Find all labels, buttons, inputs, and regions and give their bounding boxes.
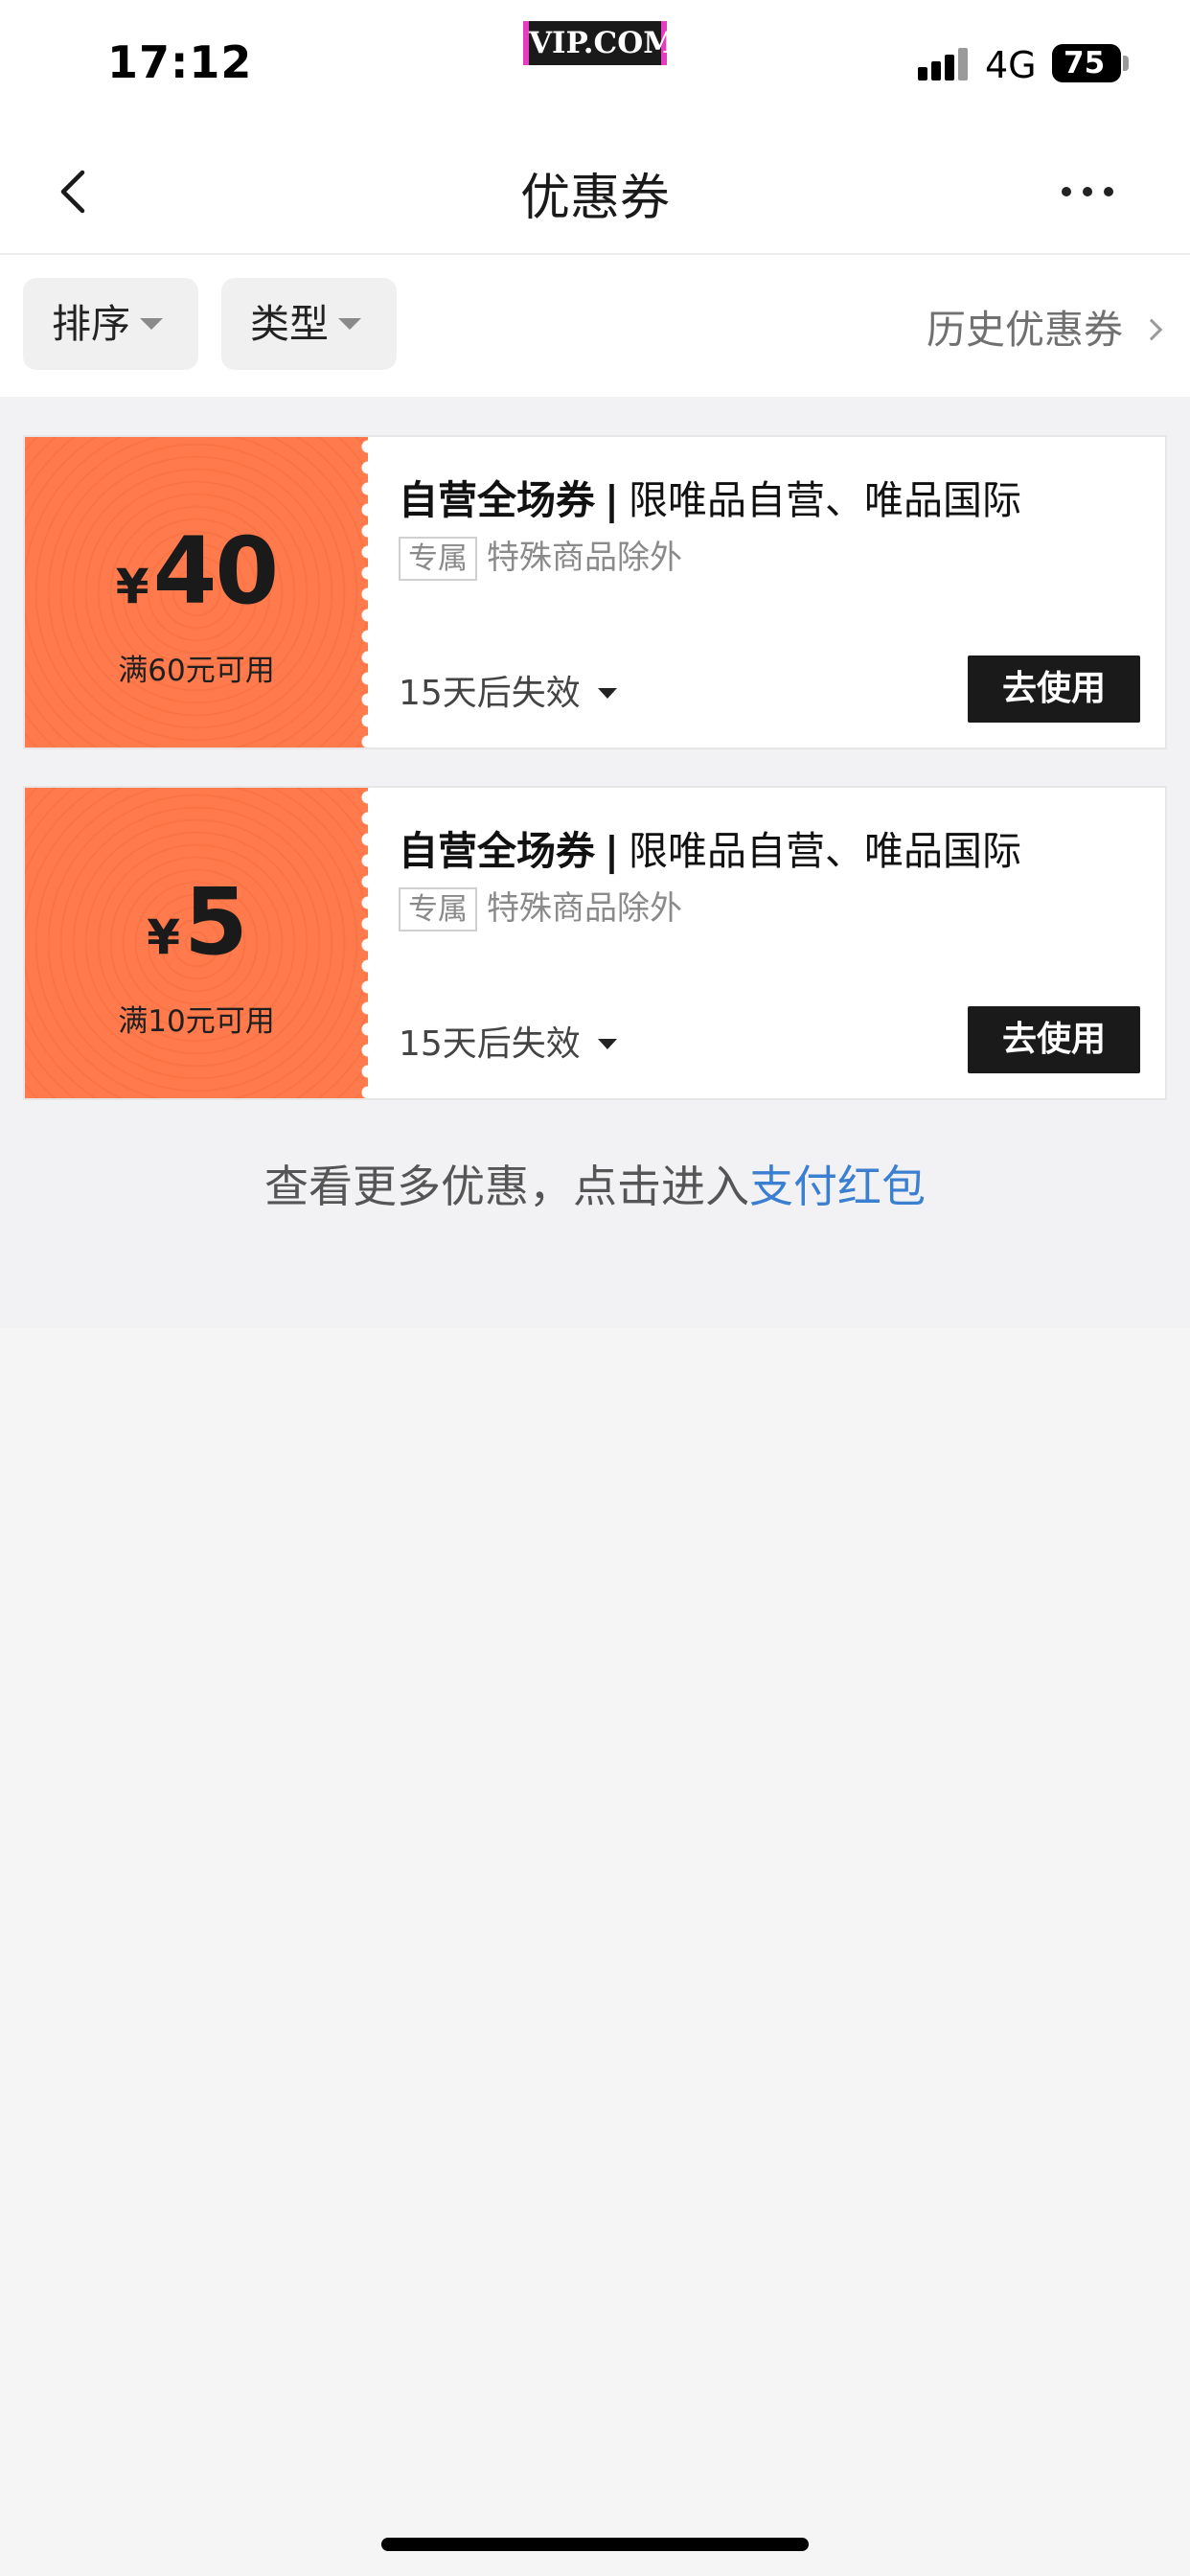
coupon-tag-row: 专属 特殊商品除外 [399,882,682,932]
type-filter-button[interactable]: 类型 [221,278,397,370]
sort-filter-button[interactable]: 排序 [23,278,198,370]
more-dots-icon[interactable] [1054,184,1121,199]
more-offers-text: 查看更多优惠，点击进入 [264,1161,749,1212]
coupon-note: 特殊商品除外 [487,889,682,928]
page-title: 优惠券 [519,170,670,227]
more-offers-line: 查看更多优惠，点击进入支付红包 [0,1152,1190,1215]
sort-filter-label: 排序 [52,301,130,347]
caret-down-icon [597,688,617,699]
home-indicator[interactable] [381,2538,809,2551]
currency-symbol: ¥ [115,559,149,614]
perforation-edge [360,788,376,1098]
coupon-amount-value: 40 [152,518,280,625]
coupon-card[interactable]: ¥5 满10元可用 自营全场券 | 限唯品自营、唯品国际 专属 特殊商品除外 15天后… [23,786,1167,1100]
coupon-title-scope: 限唯品自营、唯品国际 [628,477,1021,523]
coupon-expiry-toggle[interactable]: 15天后失效 [399,1016,617,1066]
title-separator: | [605,828,619,874]
cellular-signal-icon [918,46,968,80]
coupon-card[interactable]: ¥40 满60元可用 自营全场券 | 限唯品自营、唯品国际 专属 特殊商品除外 15天… [23,435,1167,749]
exclusive-tag: 专属 [399,887,477,932]
filter-bar: 排序 类型 历史优惠券 [0,255,1190,397]
caret-down-icon [338,318,361,330]
caret-down-icon [597,1039,617,1049]
coupon-amount: ¥5 [25,868,368,976]
chevron-right-icon [1140,318,1163,341]
coupon-threshold: 满10元可用 [118,1004,275,1039]
history-coupons-link[interactable]: 历史优惠券 [927,297,1163,355]
coupon-value-panel: ¥5 满10元可用 [25,788,368,1098]
caret-down-icon [140,318,163,330]
payment-red-packet-link[interactable]: 支付红包 [749,1161,926,1212]
coupon-expiry: 15天后失效 [399,1024,581,1064]
coupon-title-main: 自营全场券 [399,477,595,523]
vip-logo: VIP.COM [523,21,676,65]
use-coupon-button[interactable]: 去使用 [968,1006,1140,1073]
use-coupon-button[interactable]: 去使用 [968,656,1140,723]
coupon-title-main: 自营全场券 [399,828,595,874]
coupon-expiry: 15天后失效 [399,674,581,713]
coupon-note: 特殊商品除外 [487,539,682,577]
battery-cap [1123,56,1129,71]
nav-bar: 优惠券 [0,128,1190,255]
battery-icon: 75 [1052,44,1121,82]
type-filter-label: 类型 [250,301,329,347]
coupon-value-panel: ¥40 满60元可用 [25,437,368,748]
coupon-title: 自营全场券 | 限唯品自营、唯品国际 [399,468,1021,525]
coupon-tag-row: 专属 特殊商品除外 [399,531,682,581]
coupon-amount-value: 5 [184,868,248,976]
network-type: 4G [985,44,1037,86]
coupon-amount: ¥40 [25,518,368,625]
coupon-title-scope: 限唯品自营、唯品国际 [628,828,1021,874]
coupon-title: 自营全场券 | 限唯品自营、唯品国际 [399,818,1021,876]
coupon-expiry-toggle[interactable]: 15天后失效 [399,665,617,715]
perforation-edge [360,437,376,748]
history-coupons-label: 历史优惠券 [927,307,1123,353]
status-time: 17:12 [107,36,253,88]
title-separator: | [605,477,619,523]
status-bar: 17:12 VIP.COM 4G 75 [0,0,1190,128]
currency-symbol: ¥ [147,909,180,965]
exclusive-tag: 专属 [399,537,477,581]
coupon-threshold: 满60元可用 [118,654,275,688]
